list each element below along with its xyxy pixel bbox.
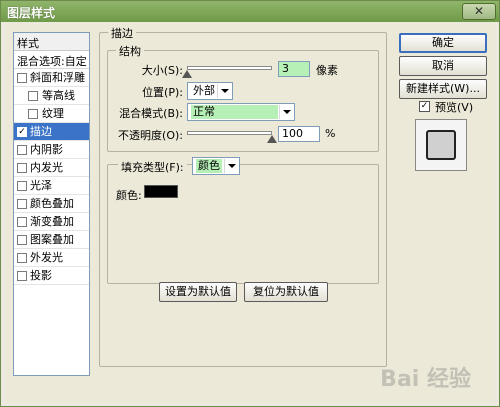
style-preview bbox=[415, 119, 467, 171]
style-list-item[interactable]: 投影 bbox=[14, 267, 89, 285]
baidu-watermark: Bai 经验 bbox=[380, 367, 471, 392]
chevron-down-icon[interactable] bbox=[279, 105, 293, 119]
style-checkbox[interactable]: ✓ bbox=[17, 127, 27, 137]
chevron-down-icon[interactable] bbox=[224, 159, 238, 173]
style-list-item[interactable]: 外发光 bbox=[14, 249, 89, 267]
preview-checkbox[interactable]: ✓ bbox=[419, 101, 430, 112]
style-list-item[interactable]: 图案叠加 bbox=[14, 231, 89, 249]
stroke-group: 描边 结构 大小(S): 3 像素 位置(P): 外部 混合模式(B): 正常 bbox=[99, 25, 387, 367]
preview-label[interactable]: 预览(V) bbox=[435, 99, 473, 115]
opacity-label: 不透明度(O): bbox=[118, 129, 183, 142]
style-list-item[interactable]: ✓ 描边 bbox=[14, 123, 89, 141]
title-bar[interactable]: 图层样式 ✕ bbox=[1, 1, 499, 22]
position-label: 位置(P): bbox=[142, 86, 183, 99]
cancel-button[interactable]: 取消 bbox=[399, 56, 487, 76]
stroke-color-swatch[interactable] bbox=[144, 185, 178, 198]
style-checkbox[interactable] bbox=[17, 181, 27, 191]
blend-mode-select[interactable]: 正常 bbox=[187, 103, 295, 121]
opacity-input[interactable]: 100 bbox=[278, 126, 320, 142]
chevron-down-icon[interactable] bbox=[217, 84, 231, 98]
style-item-label: 图案叠加 bbox=[30, 233, 74, 246]
style-item-label: 等高线 bbox=[42, 89, 75, 102]
reset-default-button[interactable]: 复位为默认值 bbox=[244, 282, 328, 302]
style-item-label: 渐变叠加 bbox=[30, 215, 74, 228]
size-slider[interactable] bbox=[187, 66, 272, 70]
fill-group: 填充类型(F): 颜色 颜色: bbox=[107, 157, 379, 284]
layer-style-dialog: 图层样式 ✕ 样式 混合选项:自定 斜面和浮雕 等高线 纹理 ✓ 描边 内阴影 内发光 光泽颜… bbox=[0, 0, 500, 407]
stroke-section-title: 描边 bbox=[108, 25, 136, 41]
style-list: 样式 混合选项:自定 斜面和浮雕等高线纹理 ✓ 描边内阴影内发光光泽颜色叠加渐变叠加… bbox=[13, 32, 90, 376]
position-select[interactable]: 外部 bbox=[187, 82, 233, 100]
blend-mode-label: 混合模式(B): bbox=[119, 107, 183, 120]
opacity-slider[interactable] bbox=[187, 131, 272, 135]
style-list-header[interactable]: 样式 bbox=[14, 33, 89, 51]
window-title: 图层样式 bbox=[7, 6, 56, 20]
structure-group: 结构 大小(S): 3 像素 位置(P): 外部 混合模式(B): 正常 不透明… bbox=[107, 43, 379, 152]
style-checkbox[interactable] bbox=[28, 109, 38, 119]
fill-type-label: 填充类型(F): bbox=[118, 159, 187, 175]
style-checkbox[interactable] bbox=[17, 199, 27, 209]
size-slider-thumb[interactable] bbox=[182, 70, 192, 78]
dialog-body: 样式 混合选项:自定 斜面和浮雕 等高线 纹理 ✓ 描边 内阴影 内发光 光泽 颜色叠加 渐变叠加… bbox=[5, 23, 495, 403]
style-checkbox[interactable] bbox=[17, 217, 27, 227]
style-list-item[interactable]: 渐变叠加 bbox=[14, 213, 89, 231]
style-checkbox[interactable] bbox=[17, 235, 27, 245]
style-item-label: 内发光 bbox=[30, 161, 63, 174]
style-checkbox[interactable] bbox=[17, 145, 27, 155]
style-item-label: 描边 bbox=[30, 125, 52, 138]
structure-title: 结构 bbox=[116, 43, 144, 59]
style-checkbox[interactable] bbox=[17, 253, 27, 263]
style-list-item[interactable]: 内阴影 bbox=[14, 141, 89, 159]
style-checkbox[interactable] bbox=[17, 163, 27, 173]
fill-type-select[interactable]: 颜色 bbox=[192, 157, 240, 175]
close-button[interactable]: ✕ bbox=[462, 3, 496, 20]
style-item-label: 投影 bbox=[30, 269, 52, 282]
style-item-label: 斜面和浮雕 bbox=[30, 71, 85, 84]
ok-button[interactable]: 确定 bbox=[399, 33, 487, 53]
opacity-unit: % bbox=[325, 127, 336, 140]
style-item-label: 颜色叠加 bbox=[30, 197, 74, 210]
style-item-label: 内阴影 bbox=[30, 143, 63, 156]
blend-options-item[interactable]: 混合选项:自定 bbox=[14, 51, 89, 69]
fill-type-value: 颜色 bbox=[196, 159, 222, 173]
style-list-item[interactable]: 内发光 bbox=[14, 159, 89, 177]
position-value: 外部 bbox=[193, 84, 215, 97]
style-checkbox[interactable] bbox=[28, 91, 38, 101]
new-style-button[interactable]: 新建样式(W)... bbox=[399, 79, 487, 99]
style-list-item[interactable]: 颜色叠加 bbox=[14, 195, 89, 213]
style-item-label: 光泽 bbox=[30, 179, 52, 192]
style-list-item[interactable]: 光泽 bbox=[14, 177, 89, 195]
size-unit: 像素 bbox=[316, 64, 338, 77]
style-item-label: 纹理 bbox=[42, 107, 64, 120]
style-checkbox[interactable] bbox=[17, 271, 27, 281]
preview-square bbox=[426, 130, 456, 160]
style-list-item[interactable]: 斜面和浮雕 bbox=[14, 69, 89, 87]
size-input[interactable]: 3 bbox=[278, 61, 310, 77]
color-label: 颜色: bbox=[116, 189, 142, 202]
style-checkbox[interactable] bbox=[17, 73, 27, 83]
style-item-label: 外发光 bbox=[30, 251, 63, 264]
blend-mode-value: 正常 bbox=[191, 105, 278, 119]
style-list-item[interactable]: 纹理 bbox=[14, 105, 89, 123]
set-default-button[interactable]: 设置为默认值 bbox=[159, 282, 237, 302]
opacity-slider-thumb[interactable] bbox=[267, 135, 277, 143]
size-label: 大小(S): bbox=[141, 64, 183, 77]
style-list-item[interactable]: 等高线 bbox=[14, 87, 89, 105]
